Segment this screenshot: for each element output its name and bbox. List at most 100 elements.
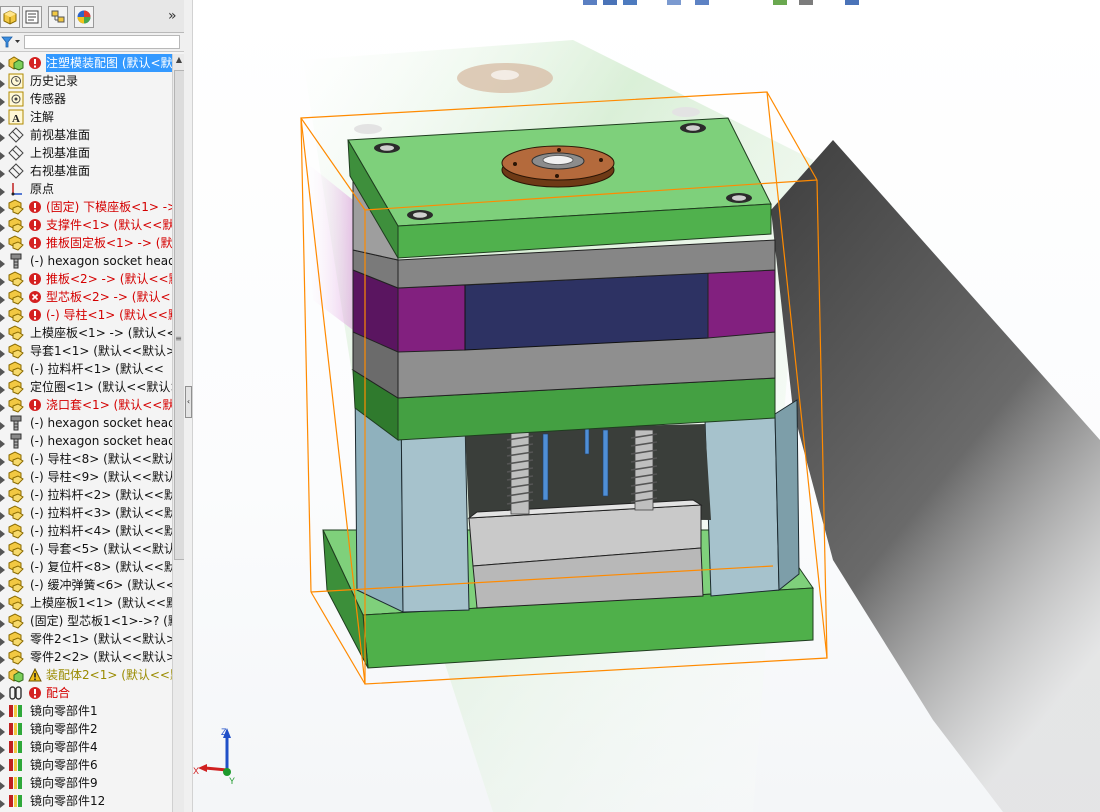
expand-icon[interactable] xyxy=(0,94,6,106)
expand-icon[interactable] xyxy=(0,580,6,592)
svg-text:A: A xyxy=(12,113,20,125)
tree-item[interactable]: (-) hexagon socket head xyxy=(0,252,172,270)
tree-item[interactable]: 浇口套<1> (默认<<默 xyxy=(0,396,172,414)
expand-icon[interactable] xyxy=(0,256,6,268)
tree-item[interactable]: 历史记录 xyxy=(0,72,172,90)
expand-icon[interactable] xyxy=(0,130,6,142)
tree-item[interactable]: (-) 拉料杆<3> (默认<<默 xyxy=(0,504,172,522)
expand-icon[interactable] xyxy=(0,292,6,304)
expand-icon[interactable] xyxy=(0,220,6,232)
tree-item[interactable]: 零件2<1> (默认<<默认> xyxy=(0,630,172,648)
expand-icon[interactable] xyxy=(0,382,6,394)
expand-icon[interactable] xyxy=(0,238,6,250)
expand-icon[interactable] xyxy=(0,634,6,646)
tree-item[interactable]: 支撑件<1> (默认<<默 xyxy=(0,216,172,234)
tree-item[interactable]: 镜向零部件9 xyxy=(0,774,172,792)
expand-icon[interactable] xyxy=(0,202,6,214)
expand-icon[interactable] xyxy=(0,166,6,178)
expand-icon[interactable] xyxy=(0,526,6,538)
expand-icon[interactable] xyxy=(0,274,6,286)
tree-item[interactable]: A 注解 xyxy=(0,108,172,126)
expand-icon[interactable] xyxy=(0,796,6,808)
expand-icon[interactable] xyxy=(0,688,6,700)
expand-icon[interactable] xyxy=(0,724,6,736)
tree-item[interactable]: (-) 拉料杆<1> (默认<< xyxy=(0,360,172,378)
tree-item[interactable]: 注塑模装配图 (默认<默认 xyxy=(0,54,172,72)
tree-item[interactable]: 推板<2> -> (默认<<默 xyxy=(0,270,172,288)
tree-item[interactable]: (-) hexagon socket head xyxy=(0,414,172,432)
tree-item[interactable]: 传感器 xyxy=(0,90,172,108)
tree-item[interactable]: 镜向零部件12 xyxy=(0,792,172,810)
expand-icon[interactable] xyxy=(0,310,6,322)
expand-icon[interactable] xyxy=(0,742,6,754)
tree-item[interactable]: 上视基准面 xyxy=(0,144,172,162)
tree-item[interactable]: 零件2<2> (默认<<默认> xyxy=(0,648,172,666)
tree-item[interactable]: 推板固定板<1> -> (默 xyxy=(0,234,172,252)
tree-item[interactable]: (-) 拉料杆<2> (默认<<默 xyxy=(0,486,172,504)
tree-item[interactable]: (-) 导柱<1> (默认<<默 xyxy=(0,306,172,324)
graphics-area[interactable]: Z X Y xyxy=(193,0,1100,812)
expand-icon[interactable] xyxy=(0,508,6,520)
tree-item[interactable]: (固定) 下模座板<1> -> xyxy=(0,198,172,216)
tree-item[interactable]: 上模座板1<1> (默认<<默 xyxy=(0,594,172,612)
expand-icon[interactable] xyxy=(0,400,6,412)
expand-icon[interactable] xyxy=(0,706,6,718)
tree-item[interactable]: 定位圈<1> (默认<<默认> xyxy=(0,378,172,396)
expand-icon[interactable] xyxy=(0,562,6,574)
expand-icon[interactable] xyxy=(0,184,6,196)
expand-icon[interactable] xyxy=(0,58,6,70)
expand-icon[interactable] xyxy=(0,364,6,376)
feature-manager-tab[interactable] xyxy=(0,6,20,28)
expand-icon[interactable] xyxy=(0,418,6,430)
part-icon xyxy=(8,649,24,665)
filter-icon[interactable] xyxy=(1,35,21,49)
expand-icon[interactable] xyxy=(0,436,6,448)
tree-item[interactable]: 前视基准面 xyxy=(0,126,172,144)
expand-icon[interactable] xyxy=(0,76,6,88)
tree-item[interactable]: 镜向零部件6 xyxy=(0,756,172,774)
tree-item[interactable]: 装配体2<1> (默认<<默 xyxy=(0,666,172,684)
tree-filter-input[interactable] xyxy=(24,35,180,49)
tree-item[interactable]: 右视基准面 xyxy=(0,162,172,180)
tree-item[interactable]: (-) 缓冲弹簧<6> (默认<< xyxy=(0,576,172,594)
tree-item[interactable]: (固定) 型芯板1<1>->? (默 xyxy=(0,612,172,630)
tree-item[interactable]: 镜向零部件2 xyxy=(0,720,172,738)
expand-icon[interactable] xyxy=(0,328,6,340)
tree-item[interactable]: (-) hexagon socket head xyxy=(0,432,172,450)
property-manager-tab[interactable] xyxy=(22,6,42,28)
mold-assembly-model[interactable] xyxy=(193,0,1100,812)
reference-triad[interactable]: Z X Y xyxy=(193,720,253,790)
expand-icon[interactable] xyxy=(0,670,6,682)
expand-icon[interactable] xyxy=(0,760,6,772)
tree-item[interactable]: (-) 导柱<9> (默认<<默认 xyxy=(0,468,172,486)
expand-icon[interactable] xyxy=(0,616,6,628)
panel-splitter[interactable]: ‹ xyxy=(184,0,193,812)
expand-icon[interactable] xyxy=(0,598,6,610)
expand-icon[interactable] xyxy=(0,652,6,664)
expand-icon[interactable] xyxy=(0,778,6,790)
tree-item[interactable]: 导套1<1> (默认<<默认> xyxy=(0,342,172,360)
tree-item[interactable]: (-) 拉料杆<4> (默认<<默 xyxy=(0,522,172,540)
tree-item[interactable]: 上模座板<1> -> (默认<< xyxy=(0,324,172,342)
tree-item[interactable]: 镜向零部件4 xyxy=(0,738,172,756)
panel-more-button[interactable]: » xyxy=(168,8,177,24)
expand-icon[interactable] xyxy=(0,346,6,358)
tree-item[interactable]: 原点 xyxy=(0,180,172,198)
locating-ring xyxy=(501,145,615,188)
expand-icon[interactable] xyxy=(0,472,6,484)
tree-item[interactable]: (-) 复位杆<8> (默认<<默 xyxy=(0,558,172,576)
collapse-panel-handle[interactable]: ‹ xyxy=(185,386,192,418)
tree-item[interactable]: (-) 导柱<8> (默认<<默认 xyxy=(0,450,172,468)
expand-icon[interactable] xyxy=(0,544,6,556)
tree-item[interactable]: 配合 xyxy=(0,684,172,702)
expand-icon[interactable] xyxy=(0,112,6,124)
configuration-manager-tab[interactable] xyxy=(48,6,68,28)
display-manager-tab[interactable] xyxy=(74,6,94,28)
scroll-up-arrow-icon[interactable]: ▲ xyxy=(174,55,184,67)
tree-item[interactable]: 镜向零部件1 xyxy=(0,702,172,720)
expand-icon[interactable] xyxy=(0,454,6,466)
expand-icon[interactable] xyxy=(0,148,6,160)
tree-item[interactable]: (-) 导套<5> (默认<<默认 xyxy=(0,540,172,558)
expand-icon[interactable] xyxy=(0,490,6,502)
tree-item[interactable]: 型芯板<2> -> (默认< xyxy=(0,288,172,306)
